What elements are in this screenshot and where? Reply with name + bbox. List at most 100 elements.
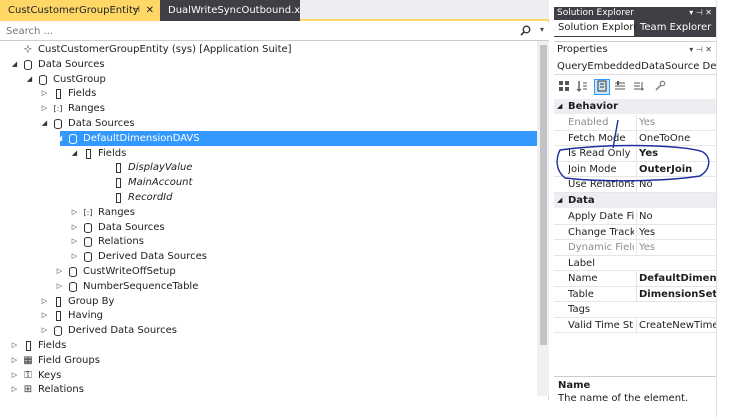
tree-item[interactable]: RecordId xyxy=(0,190,537,205)
search-input[interactable] xyxy=(0,23,500,40)
tree-item[interactable]: ▷ Having xyxy=(0,308,537,323)
tree-item[interactable]: ▷ ▦ Field Groups xyxy=(0,353,537,368)
property-row[interactable]: Enabled Yes xyxy=(554,115,716,131)
property-value[interactable]: Yes xyxy=(636,240,716,255)
property-value[interactable]: Yes xyxy=(636,115,716,130)
tree-item[interactable]: ▷ [:] Ranges xyxy=(0,205,537,220)
tab-cust-customer-group-entity[interactable]: CustCustomerGroupEntity ⊣ ✕ xyxy=(0,0,160,21)
tree-item[interactable]: ▷ Relations xyxy=(0,234,537,249)
expand-arrow-icon[interactable]: ▷ xyxy=(10,353,19,368)
events-icon[interactable] xyxy=(612,79,628,95)
pin-icon[interactable]: ⊣ xyxy=(132,0,140,21)
property-row[interactable]: Valid Time StatCreateNewTimePe xyxy=(554,317,716,333)
relations-icon: ⊞ xyxy=(23,384,33,396)
expand-arrow-icon[interactable]: ▷ xyxy=(40,86,49,101)
tree-item-label: NumberSequenceTable xyxy=(83,280,199,292)
expand-arrow-icon[interactable]: ▷ xyxy=(10,382,19,396)
property-value[interactable]: DefaultDimension xyxy=(636,271,716,286)
collapse-arrow-icon[interactable]: ◢ xyxy=(25,72,34,87)
property-row[interactable]: Name DefaultDimension xyxy=(554,271,716,287)
property-row[interactable]: Join Mode OuterJoin xyxy=(554,161,716,177)
expand-arrow-icon[interactable]: ▷ xyxy=(70,249,79,264)
properties-object-selector[interactable]: QueryEmbeddedDataSource De ▾ xyxy=(554,58,716,75)
property-row[interactable]: Use Relations No xyxy=(554,177,716,193)
tree-item[interactable]: ▷ Derived Data Sources xyxy=(0,249,537,264)
window-controls-icon[interactable]: ▾ ⊣ ✕ xyxy=(689,7,712,19)
tree-item[interactable]: ▷ Data Sources xyxy=(0,220,537,235)
tree-item[interactable]: ▷ ⚿ Keys xyxy=(0,368,537,383)
property-row[interactable]: Table DimensionSetEnti xyxy=(554,286,716,302)
alphabetical-icon[interactable] xyxy=(574,79,590,95)
expand-arrow-icon[interactable]: ▷ xyxy=(70,205,79,220)
property-value[interactable]: OuterJoin xyxy=(636,161,716,177)
categorized-icon[interactable] xyxy=(556,79,572,95)
tree-item[interactable]: ▷ NumberSequenceTable xyxy=(0,279,537,294)
tree-item[interactable]: DisplayValue xyxy=(0,160,537,175)
expand-arrow-icon[interactable]: ▷ xyxy=(10,338,19,353)
solution-explorer-tabs: Solution Explorer Team Explorer xyxy=(554,19,716,37)
window-controls-icon[interactable]: ▾ ⊣ ✕ xyxy=(689,42,712,57)
tree-item[interactable]: ▷ [:] Ranges xyxy=(0,101,537,116)
expand-arrow-icon[interactable]: ▷ xyxy=(55,264,64,279)
expand-arrow-icon[interactable]: ▷ xyxy=(40,101,49,116)
wrench-icon[interactable] xyxy=(652,79,668,95)
property-name: Name xyxy=(568,273,598,284)
expand-arrow-icon[interactable]: ▷ xyxy=(40,294,49,309)
property-category[interactable]: ◢ Data xyxy=(554,193,716,208)
property-row[interactable]: Apply Date Filt No xyxy=(554,209,716,225)
chevron-down-icon[interactable]: ▾ xyxy=(540,25,544,34)
property-name: Table xyxy=(568,288,594,300)
tree-item[interactable]: ◢ Data Sources xyxy=(0,116,537,131)
collapse-arrow-icon[interactable]: ◢ xyxy=(70,146,79,161)
expand-arrow-icon[interactable]: ▷ xyxy=(10,368,19,383)
tree-item-label: CustGroup xyxy=(53,73,106,85)
tree-item[interactable]: ◢ DefaultDimensionDAVS xyxy=(57,130,537,146)
collapse-arrow-icon[interactable]: ◢ xyxy=(40,116,49,131)
property-row[interactable]: Label xyxy=(554,256,716,271)
tree-item[interactable]: ◢ CustGroup xyxy=(0,72,537,87)
expand-arrow-icon[interactable]: ▷ xyxy=(70,220,79,235)
property-row[interactable]: Fetch Mode OneToOne xyxy=(554,130,716,146)
property-value[interactable]: Yes xyxy=(636,224,716,240)
tree-item[interactable]: ▷ Group By xyxy=(0,294,537,309)
property-value[interactable]: Yes xyxy=(636,146,716,161)
collapse-arrow-icon[interactable]: ◢ xyxy=(55,131,64,146)
collapse-arrow-icon[interactable]: ◢ xyxy=(10,57,19,72)
expand-arrow-icon[interactable]: ▷ xyxy=(40,323,49,338)
tree-item[interactable]: ◢ Data Sources xyxy=(0,57,537,72)
property-value[interactable]: No xyxy=(636,209,716,224)
property-row[interactable]: Tags xyxy=(554,302,716,318)
property-name: Tags xyxy=(568,304,591,315)
search-icon[interactable] xyxy=(520,25,531,39)
tree-item[interactable]: ▷ CustWriteOffSetup xyxy=(0,264,537,279)
tab-dual-write-sync-outbound[interactable]: DualWriteSyncOutbound.xpp xyxy=(160,0,300,21)
tab-solution-explorer[interactable]: Solution Explorer xyxy=(554,20,644,36)
expand-arrow-icon[interactable]: ▷ xyxy=(55,279,64,294)
property-value[interactable]: DimensionSetEnti xyxy=(636,286,716,302)
tab-team-explorer[interactable]: Team Explorer xyxy=(636,20,716,36)
tree-item[interactable]: ◢ Fields xyxy=(0,146,537,161)
property-value[interactable]: CreateNewTimePe xyxy=(636,317,716,333)
property-row[interactable]: Change TrackinYes xyxy=(554,224,716,240)
expand-arrow-icon[interactable]: ▷ xyxy=(70,234,79,249)
collapse-arrow-icon[interactable]: ◢ xyxy=(557,99,562,114)
expand-arrow-icon[interactable]: ▷ xyxy=(40,308,49,323)
sort-icon[interactable] xyxy=(630,79,646,95)
close-icon[interactable]: ✕ xyxy=(146,0,154,21)
tree-item[interactable]: ▷ Fields xyxy=(0,86,537,101)
vertical-scrollbar[interactable] xyxy=(537,41,549,396)
tree-item[interactable]: MainAccount xyxy=(0,175,537,190)
scrollbar-thumb[interactable] xyxy=(540,45,547,345)
property-row[interactable]: Is Read Only Yes xyxy=(554,146,716,162)
tree-item[interactable]: ⊹ CustCustomerGroupEntity (sys) [Applicat… xyxy=(0,42,537,57)
properties-page-icon[interactable] xyxy=(594,79,610,95)
property-row[interactable]: Dynamic FieldsYes xyxy=(554,240,716,256)
tree-item[interactable]: ▷ Fields xyxy=(0,338,537,353)
tree-item[interactable]: ▷ ⊞ Relations xyxy=(0,382,537,396)
property-category[interactable]: ◢ Behavior xyxy=(554,99,716,114)
property-value[interactable]: No xyxy=(636,177,716,192)
description-name: Name xyxy=(558,380,591,391)
collapse-arrow-icon[interactable]: ◢ xyxy=(557,193,562,208)
tree-item[interactable]: ▷ Derived Data Sources xyxy=(0,323,537,338)
property-value[interactable]: OneToOne xyxy=(636,130,716,146)
